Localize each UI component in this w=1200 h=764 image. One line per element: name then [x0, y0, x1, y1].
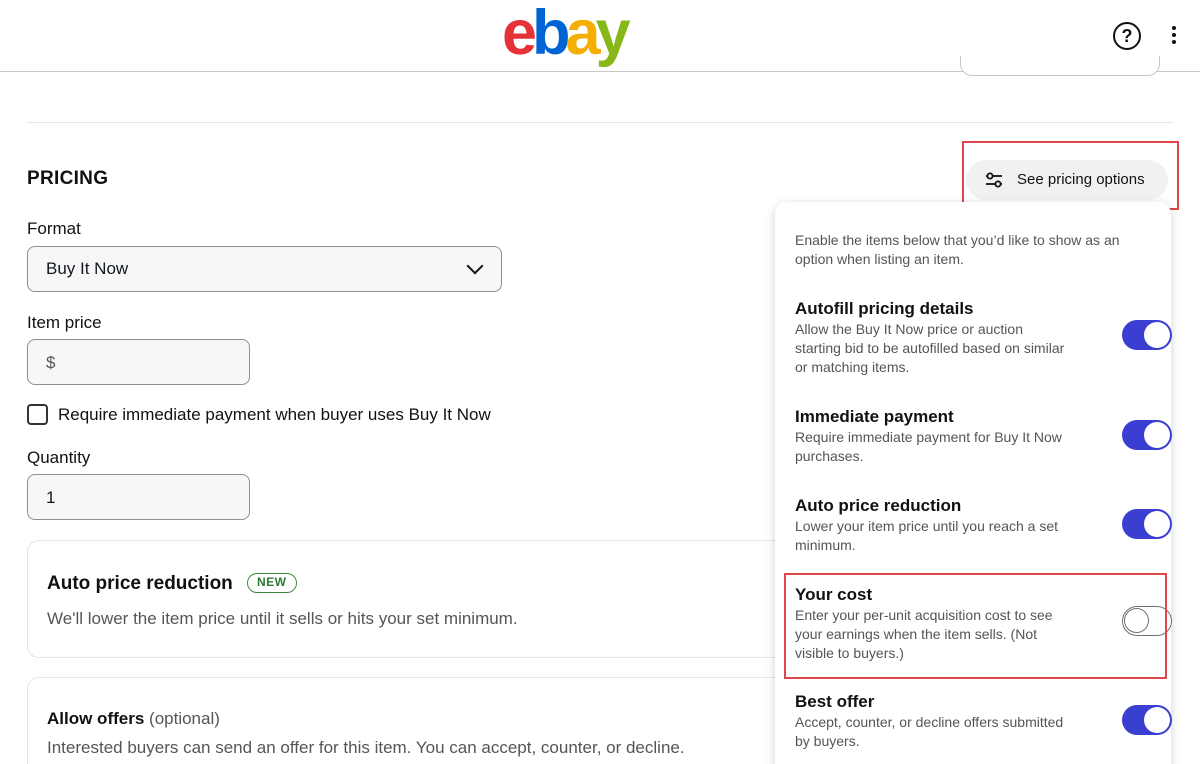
logo-letter-y: y	[595, 0, 631, 68]
help-icon[interactable]: ?	[1113, 22, 1141, 50]
immediate-payment-toggle[interactable]	[1122, 420, 1172, 450]
ebay-logo[interactable]: ebay	[502, 0, 631, 70]
auto-price-reduction-toggle[interactable]	[1122, 509, 1172, 539]
item-price-label: Item price	[27, 313, 102, 332]
format-label: Format	[27, 219, 81, 238]
logo-letter-a: a	[565, 0, 601, 68]
item-price-input[interactable]: $	[27, 339, 250, 385]
autofill-pricing-toggle[interactable]	[1122, 320, 1172, 350]
immediate-payment-checkbox[interactable]	[27, 404, 48, 425]
logo-letter-e: e	[502, 0, 537, 68]
allow-offers-title-text: Allow offers	[47, 709, 145, 728]
option-title: Autofill pricing details	[795, 299, 974, 318]
auto-price-reduction-title: Auto price reduction	[47, 573, 233, 594]
pricing-options-panel: Enable the items below that you’d like t…	[775, 202, 1172, 764]
option-description: Lower your item price until you reach a …	[795, 518, 1059, 553]
option-description: Allow the Buy It Now price or auction st…	[795, 321, 1065, 375]
chevron-down-icon	[466, 257, 484, 275]
auto-price-reduction-card[interactable]: Auto price reduction NEW We'll lower the…	[27, 540, 787, 658]
allow-offers-description: Interested buyers can send an offer for …	[47, 738, 685, 757]
option-description: Require immediate payment for Buy It Now…	[795, 429, 1062, 464]
panel-intro-text: Enable the items below that you’d like t…	[795, 232, 1120, 267]
option-description: Accept, counter, or decline offers submi…	[795, 714, 1064, 749]
immediate-payment-label[interactable]: Require immediate payment when buyer use…	[58, 405, 491, 425]
quantity-input[interactable]: 1	[27, 474, 250, 520]
new-badge: NEW	[247, 573, 297, 593]
highlight-box-your-cost	[784, 573, 1167, 679]
option-title: Best offer	[795, 692, 875, 711]
option-title: Auto price reduction	[795, 496, 962, 515]
allow-offers-card[interactable]: Allow offers (optional) Interested buyer…	[27, 677, 787, 764]
pricing-section-title: PRICING	[27, 168, 109, 189]
format-value: Buy It Now	[46, 259, 129, 278]
allow-offers-title: Allow offers (optional)	[47, 709, 220, 729]
best-offer-toggle[interactable]	[1122, 705, 1172, 735]
option-title: Immediate payment	[795, 407, 954, 426]
currency-prefix: $	[46, 353, 56, 372]
section-divider	[27, 122, 1173, 123]
optional-tag: (optional)	[149, 709, 220, 728]
quantity-value: 1	[46, 488, 56, 507]
format-select[interactable]: Buy It Now	[27, 246, 502, 292]
partial-field-above	[960, 56, 1160, 76]
auto-price-reduction-description: We'll lower the item price until it sell…	[47, 609, 518, 628]
quantity-label: Quantity	[27, 448, 91, 467]
logo-letter-b: b	[532, 0, 571, 68]
highlight-box-pricing-button	[962, 141, 1179, 210]
more-options-icon[interactable]	[1166, 24, 1182, 48]
